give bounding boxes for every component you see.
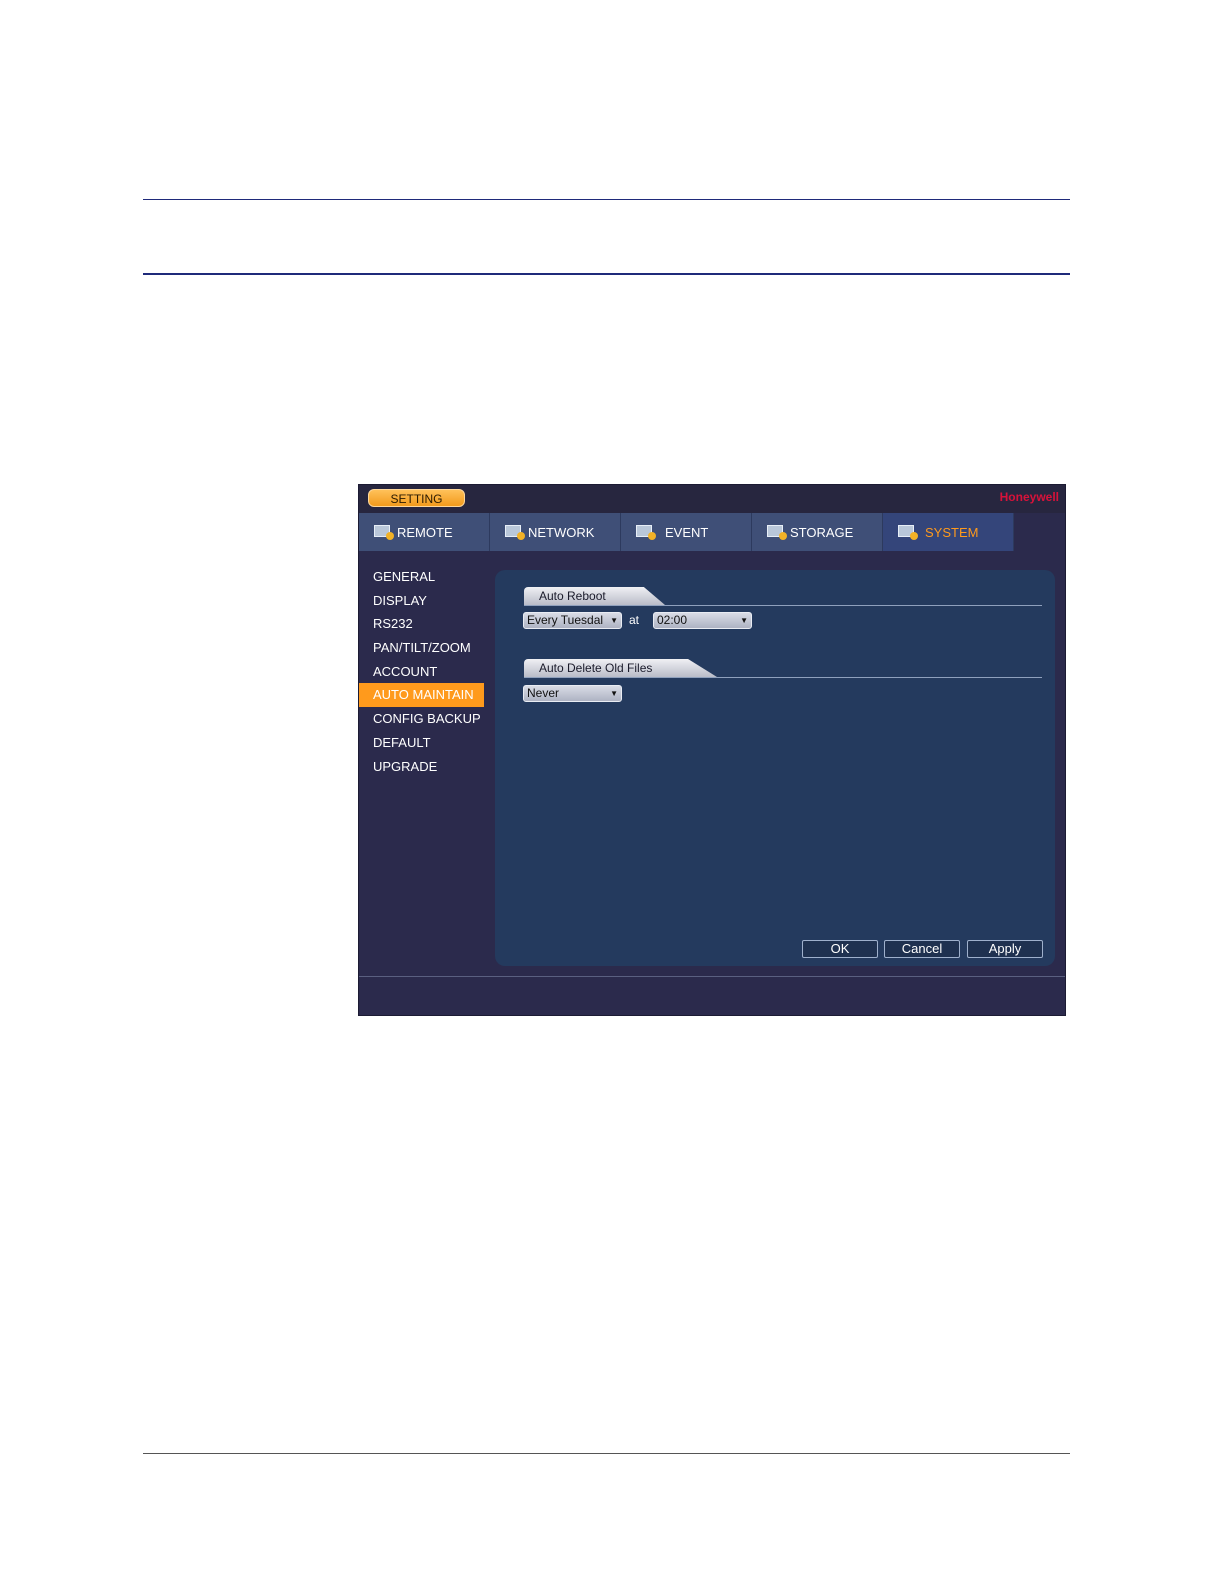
- section-divider: [524, 677, 1042, 678]
- sidebar-item-rs232[interactable]: RS232: [359, 612, 487, 636]
- cancel-button[interactable]: Cancel: [884, 940, 960, 958]
- sidebar: GENERAL DISPLAY RS232 PAN/TILT/ZOOM ACCO…: [359, 565, 487, 778]
- sidebar-item-account[interactable]: ACCOUNT: [359, 660, 487, 684]
- tab-label: STORAGE: [790, 524, 854, 540]
- setting-button[interactable]: SETTING: [368, 489, 465, 507]
- tab-event[interactable]: EVENT: [621, 513, 752, 551]
- footer-rule: [143, 1453, 1070, 1454]
- brand-logo: Honeywell: [999, 490, 1059, 504]
- status-bar-divider: [359, 976, 1065, 977]
- tab-system[interactable]: SYSTEM: [883, 513, 1014, 551]
- ok-button[interactable]: OK: [802, 940, 878, 958]
- auto-delete-select[interactable]: Never ▼: [523, 685, 622, 702]
- auto-maintain-panel: Auto Reboot Every Tuesdal ▼ at 02:00 ▼ A…: [495, 570, 1055, 966]
- setting-window: SETTING Honeywell REMOTE NETWORK EVENT S…: [358, 484, 1066, 1016]
- chevron-down-icon: ▼: [610, 689, 618, 698]
- tab-storage[interactable]: STORAGE: [752, 513, 883, 551]
- reboot-day-select[interactable]: Every Tuesdal ▼: [523, 612, 622, 629]
- header-rule-bottom: [143, 273, 1070, 275]
- reboot-day-value: Every Tuesdal: [527, 613, 604, 627]
- tab-label: REMOTE: [397, 524, 453, 540]
- tab-label: NETWORK: [528, 524, 595, 540]
- tab-network[interactable]: NETWORK: [490, 513, 621, 551]
- auto-delete-value: Never: [527, 686, 560, 700]
- section-divider: [524, 605, 1042, 606]
- event-icon: [636, 524, 656, 540]
- tab-label: EVENT: [665, 524, 709, 540]
- storage-icon: [767, 524, 787, 540]
- chevron-down-icon: ▼: [610, 616, 618, 625]
- sidebar-item-config-backup[interactable]: CONFIG BACKUP: [359, 707, 487, 731]
- network-icon: [505, 524, 525, 540]
- header-rule-top: [143, 199, 1070, 200]
- auto-reboot-section-tab: Auto Reboot: [524, 587, 665, 605]
- reboot-time-value: 02:00: [657, 613, 688, 627]
- sidebar-item-default[interactable]: DEFAULT: [359, 731, 487, 755]
- remote-icon: [374, 524, 394, 540]
- apply-button[interactable]: Apply: [967, 940, 1043, 958]
- sidebar-item-pan-tilt-zoom[interactable]: PAN/TILT/ZOOM: [359, 636, 487, 660]
- auto-delete-section-tab: Auto Delete Old Files: [524, 659, 717, 677]
- reboot-time-select[interactable]: 02:00 ▼: [653, 612, 752, 629]
- sidebar-item-display[interactable]: DISPLAY: [359, 589, 487, 613]
- sidebar-item-general[interactable]: GENERAL: [359, 565, 487, 589]
- sidebar-item-upgrade[interactable]: UPGRADE: [359, 755, 487, 779]
- tab-remote[interactable]: REMOTE: [359, 513, 490, 551]
- title-bar: SETTING Honeywell: [359, 485, 1065, 513]
- chevron-down-icon: ▼: [740, 616, 748, 625]
- system-icon: [898, 524, 918, 540]
- tab-bar: REMOTE NETWORK EVENT STORAGE SYSTEM: [359, 513, 1065, 551]
- at-label: at: [629, 613, 640, 627]
- tab-label: SYSTEM: [925, 524, 979, 540]
- sidebar-item-auto-maintain[interactable]: AUTO MAINTAIN: [359, 683, 484, 708]
